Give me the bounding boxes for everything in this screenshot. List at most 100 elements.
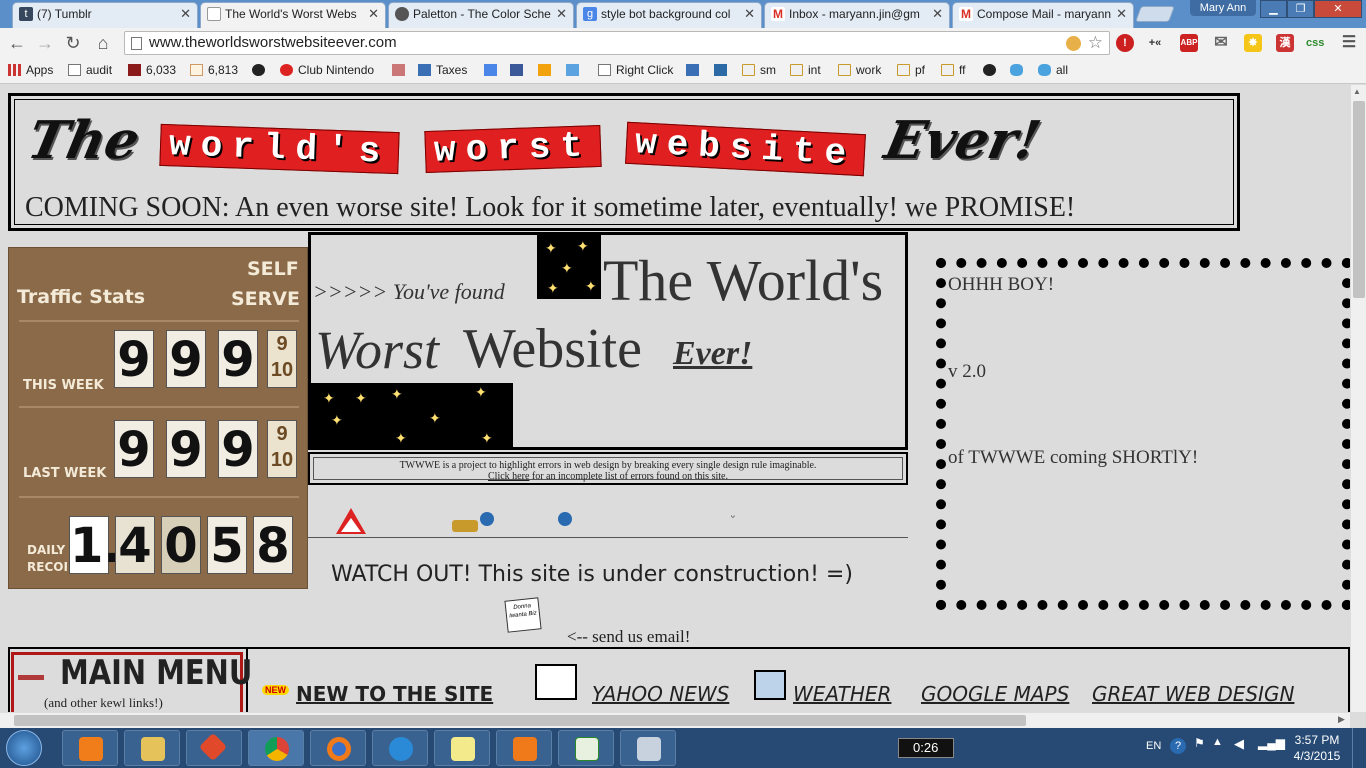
address-bar[interactable]: www.theworldsworstwebsiteever.com ☆	[124, 31, 1110, 55]
bookmark-6813[interactable]: 6,813	[190, 62, 238, 78]
stat-digit: 5	[207, 516, 247, 574]
close-icon[interactable]: ✕	[744, 3, 755, 25]
reload-icon[interactable]: ↻	[62, 32, 84, 54]
close-icon[interactable]: ✕	[1116, 3, 1127, 25]
bookmark-p-square[interactable]	[714, 62, 732, 78]
scroll-right-icon[interactable]: ▶	[1338, 714, 1345, 725]
taskbar-calculator[interactable]	[620, 730, 676, 766]
nav-great-web-design[interactable]: GREAT WEB DESIGN	[1092, 682, 1294, 706]
nav-google-maps[interactable]: GOOGLE MAPS	[921, 682, 1069, 706]
taskbar-ie[interactable]	[372, 730, 428, 766]
close-window-button[interactable]: ✕	[1314, 0, 1362, 18]
tab-worlds-worst[interactable]: The World's Worst Webs ✕	[200, 2, 386, 28]
bookmark-twitter[interactable]	[1010, 62, 1028, 78]
taskbar-chart-app[interactable]	[558, 730, 614, 766]
bookmark-g-square[interactable]	[686, 62, 704, 78]
forward-icon[interactable]: →	[34, 32, 56, 54]
star-icon[interactable]: ☆	[1088, 32, 1103, 54]
bookmark-folder-pf[interactable]: pf	[897, 62, 925, 78]
close-icon[interactable]: ✕	[368, 3, 379, 25]
stat-digit: 9	[218, 420, 258, 478]
flag-icon[interactable]: ⚑	[1194, 736, 1205, 750]
bookmark-folder-work[interactable]: work	[838, 62, 881, 78]
help-icon[interactable]: ?	[1170, 738, 1186, 754]
media-player-icon	[79, 737, 103, 761]
home-icon[interactable]: ⌂	[92, 32, 114, 54]
maximize-button[interactable]: ❐	[1287, 0, 1314, 18]
plus-extension-icon[interactable]: +«	[1146, 34, 1164, 52]
dictionary-icon[interactable]: 漢	[1276, 34, 1294, 52]
cookie-icon[interactable]	[1066, 36, 1081, 51]
google-icon	[484, 64, 497, 76]
mail-icon[interactable]: ✉	[1212, 34, 1230, 52]
bookmark-apps[interactable]: Apps	[8, 62, 53, 78]
nav-yahoo-news[interactable]: YAHOO NEWS	[592, 682, 729, 706]
bookmark-folder-sm[interactable]: sm	[742, 62, 776, 78]
close-icon[interactable]: ✕	[180, 3, 191, 25]
timer-widget[interactable]: 0:26	[898, 738, 954, 758]
taskbar-pdf[interactable]	[496, 730, 552, 766]
nav-weather[interactable]: WEATHER	[793, 682, 891, 706]
bookmark-folder-int[interactable]: int	[790, 62, 821, 78]
taskbar-firefox[interactable]	[310, 730, 366, 766]
divider	[19, 320, 299, 322]
taskbar-media-player[interactable]	[62, 730, 118, 766]
bookmark-folder-ff[interactable]: ff	[941, 62, 965, 78]
stat-fraction: 9 10	[267, 420, 297, 478]
adblock-icon[interactable]: ABP	[1180, 34, 1198, 52]
stop-extension-icon[interactable]: !	[1116, 34, 1134, 52]
profile-button[interactable]: Mary Ann	[1190, 0, 1256, 16]
main-menu-title: MAIN MENU	[60, 653, 253, 693]
tab-tumblr[interactable]: t (7) Tumblr ✕	[12, 2, 198, 28]
minimize-button[interactable]: ▁	[1260, 0, 1287, 18]
horizontal-scrollbar[interactable]: ▶	[0, 712, 1350, 728]
bookmark-google[interactable]	[484, 62, 502, 78]
sparkle-icon[interactable]: ✸	[1244, 34, 1262, 52]
bookmark-facebook[interactable]	[510, 62, 528, 78]
bookmark-orange[interactable]	[538, 62, 556, 78]
email-icon[interactable]: Donna Iwanta Biz	[504, 597, 542, 633]
tab-paletton[interactable]: Paletton - The Color Sche ✕	[388, 2, 574, 28]
coming-soon-text: COMING SOON: An even worse site! Look fo…	[25, 192, 1076, 223]
menu-icon[interactable]: ☰	[1340, 34, 1358, 52]
nav-new-to-site[interactable]: NEW TO THE SITE	[296, 682, 493, 706]
tab-google-search[interactable]: g style bot background col ✕	[576, 2, 762, 28]
scroll-up-icon[interactable]: ▲	[1353, 87, 1361, 96]
tab-gmail-compose[interactable]: M Compose Mail - maryann ✕	[952, 2, 1134, 28]
bookmark-icon-only[interactable]	[392, 62, 410, 78]
bookmark-soccer[interactable]	[983, 62, 1001, 78]
network-icon[interactable]: ▂▄▆	[1258, 736, 1285, 750]
volume-icon[interactable]: ◀	[1234, 736, 1244, 752]
show-hidden-icons[interactable]: ▲	[1212, 736, 1223, 748]
scroll-thumb[interactable]	[1353, 101, 1365, 298]
bookmark-taxes[interactable]: Taxes	[418, 62, 467, 78]
tab-gmail-inbox[interactable]: M Inbox - maryann.jin@gm ✕	[764, 2, 950, 28]
close-icon[interactable]: ✕	[932, 3, 943, 25]
bookmark-circle[interactable]	[252, 62, 270, 78]
new-tab-button[interactable]	[1135, 6, 1175, 22]
language-indicator[interactable]: EN	[1146, 740, 1161, 752]
back-icon[interactable]: ←	[6, 32, 28, 54]
description-box: TWWWE is a project to highlight errors i…	[308, 452, 908, 485]
taskbar-sticky-notes[interactable]	[434, 730, 490, 766]
start-button[interactable]	[6, 730, 42, 766]
tab-title: style bot background col	[601, 7, 731, 21]
css-extension-icon[interactable]: css	[1306, 34, 1324, 52]
taskbar-git[interactable]	[186, 730, 242, 766]
errors-link[interactable]: Click here	[488, 471, 529, 482]
close-icon[interactable]: ✕	[556, 3, 567, 25]
bookmark-club-nintendo[interactable]: Club Nintendo	[280, 62, 374, 78]
taskbar-explorer[interactable]	[124, 730, 180, 766]
bookmark-right-click[interactable]: Right Click	[598, 62, 673, 78]
bookmark-twitter-all[interactable]: all	[1038, 62, 1068, 78]
bookmark-6033[interactable]: 6,033	[128, 62, 176, 78]
firefox-icon	[327, 737, 351, 761]
taskbar-chrome[interactable]	[248, 730, 304, 766]
vertical-scrollbar[interactable]: ▲	[1350, 85, 1366, 712]
bookmark-blue[interactable]	[566, 62, 584, 78]
clock[interactable]: 3:57 PM 4/3/2015	[1290, 732, 1344, 764]
scroll-thumb[interactable]	[14, 715, 1026, 726]
tab-title: Compose Mail - maryann	[977, 7, 1112, 21]
bookmark-audit[interactable]: audit	[68, 62, 112, 78]
show-desktop-button[interactable]	[1352, 728, 1366, 768]
